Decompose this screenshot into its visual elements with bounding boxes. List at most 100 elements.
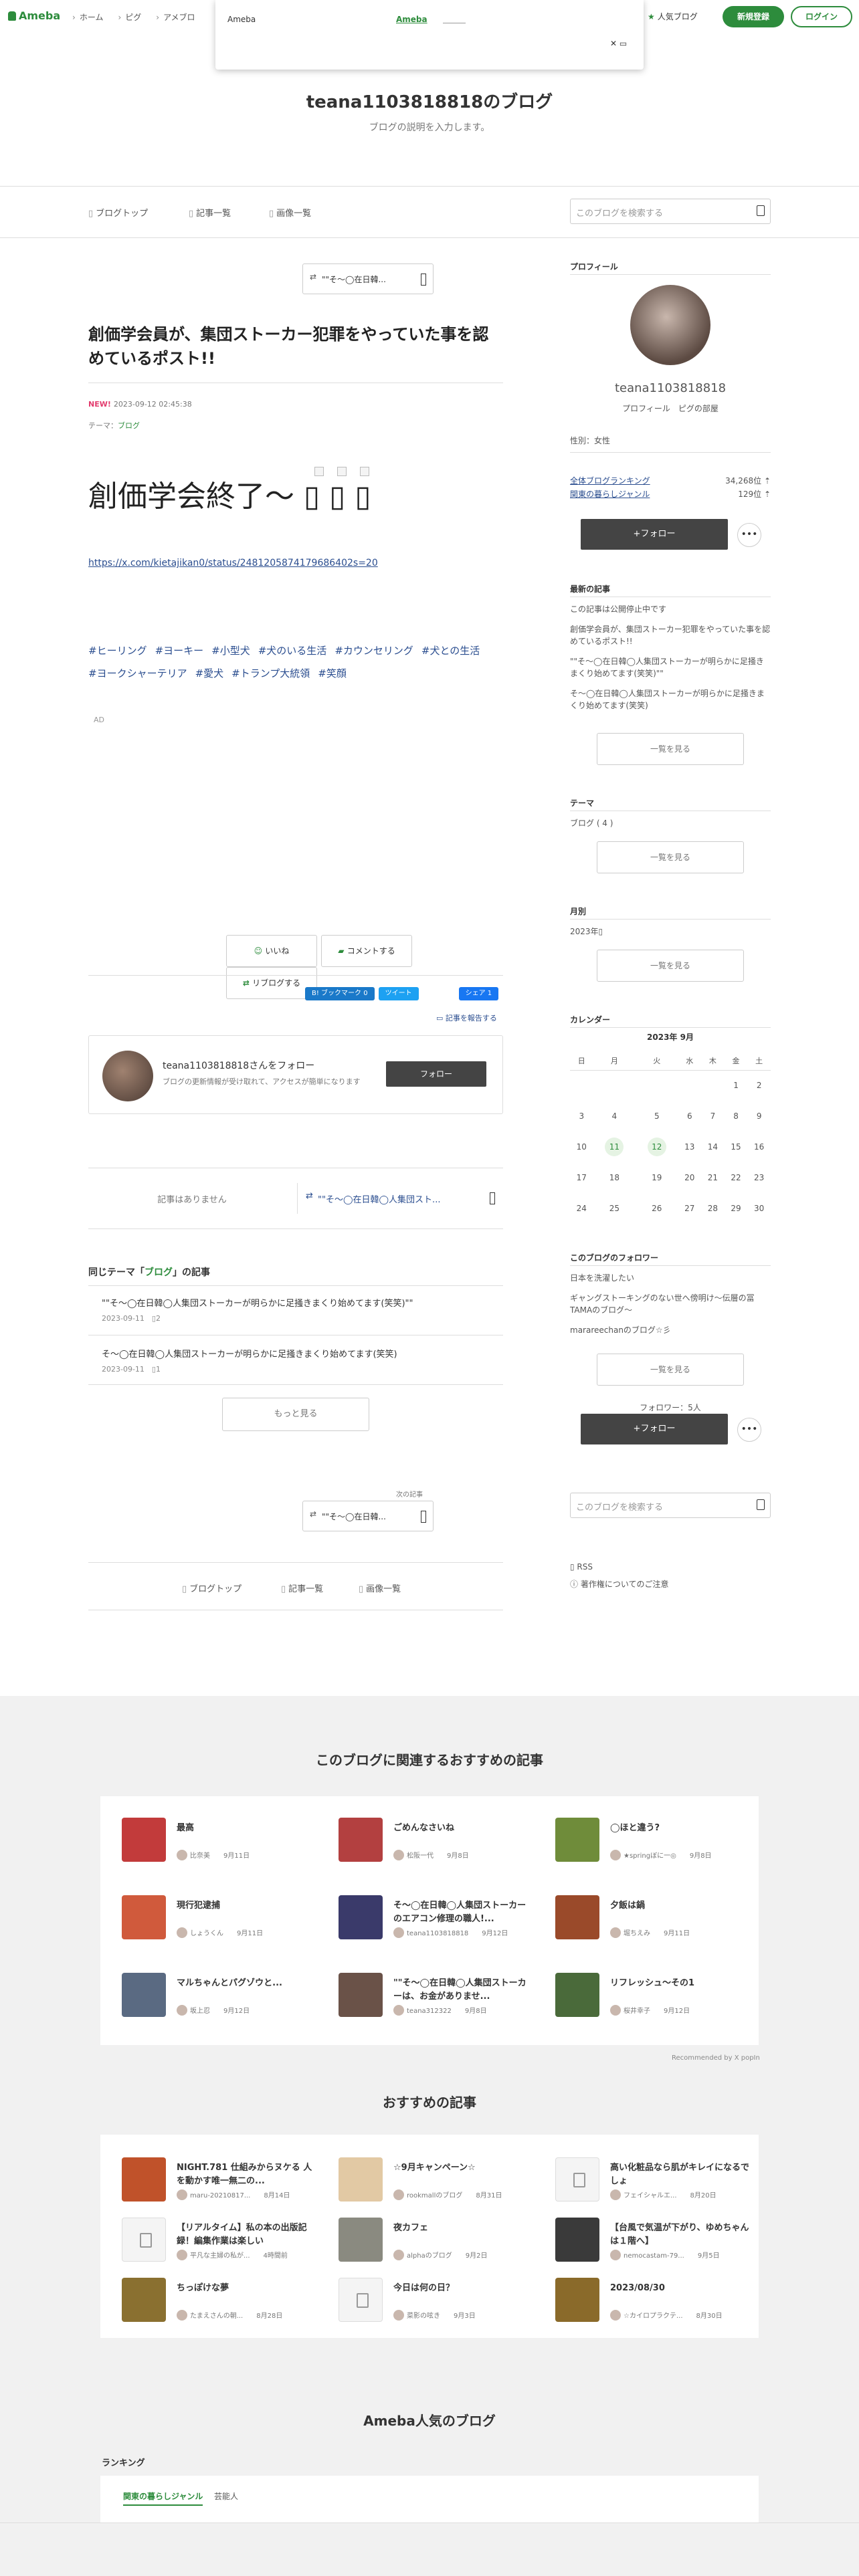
article-title[interactable]: マルちゃんとパグゾウと...: [177, 1977, 317, 1990]
related-article[interactable]: 現行犯逮捕 しょうくん 9月11日: [122, 1895, 322, 1946]
hashtag[interactable]: #小型犬: [211, 645, 250, 657]
article-thumbnail[interactable]: [122, 1973, 166, 2017]
article-title[interactable]: 高い化粧品なら肌がキレイになるでしょ: [610, 2161, 751, 2188]
article-title[interactable]: 現行犯逮捕: [177, 1899, 317, 1913]
popup-link[interactable]: Ameba: [396, 15, 427, 24]
article-thumbnail[interactable]: [555, 2218, 599, 2262]
article-title[interactable]: 夜カフェ: [393, 2222, 534, 2235]
article-title[interactable]: 2023/08/30: [610, 2282, 751, 2295]
same-theme-link[interactable]: ブログ: [145, 1267, 173, 1278]
footer-nav-image-list[interactable]: 画像一覧: [359, 1582, 401, 1594]
prev-article-button[interactable]: ""そ〜◯在日韓...: [302, 263, 434, 294]
sidebar-follow-button-2[interactable]: +フォロー: [581, 1414, 728, 1444]
register-button[interactable]: 新規登録: [723, 6, 784, 27]
rank-genre-link[interactable]: 関東の暮らしジャンル: [570, 490, 650, 499]
article-title[interactable]: ごめんなさいね: [393, 1822, 534, 1835]
article-title[interactable]: 【リアルタイム】私の本の出版記録！編集作業は楽しい: [177, 2222, 317, 2248]
article-thumbnail[interactable]: [122, 1895, 166, 1939]
footer-nav-article-list[interactable]: 記事一覧: [281, 1582, 323, 1594]
recommend-article[interactable]: 今日は何の日？ 菜影の呟き 9月3日: [339, 2278, 539, 2329]
nav-article-list[interactable]: 記事一覧: [189, 206, 231, 219]
month-see-all-button[interactable]: 一覧を見る: [597, 950, 744, 982]
tab-kanto-genre[interactable]: 関東の暮らしジャンル: [123, 2490, 203, 2506]
article-thumbnail[interactable]: [555, 1818, 599, 1862]
article-title[interactable]: リフレッシュ〜その1: [610, 1977, 751, 1990]
article-title[interactable]: ちっぽけな夢: [177, 2282, 317, 2295]
hashtag[interactable]: #犬との生活: [421, 645, 480, 657]
profile-name[interactable]: teana1103818818: [570, 381, 771, 395]
same-theme-item[interactable]: そ〜◯在日韓◯人集団ストーカーが明らかに足掻きまくり始めてます(笑笑) 2023-…: [102, 1347, 503, 1374]
more-options-button-2[interactable]: •••: [737, 1418, 761, 1442]
document-icon[interactable]: [555, 2157, 599, 2202]
calendar-day[interactable]: 12: [636, 1132, 678, 1162]
see-more-button[interactable]: もっと見る: [222, 1398, 369, 1431]
article-title[interactable]: 創価学会員が、集団ストーカー犯罪をやっていた事を認めているポスト!!: [88, 322, 503, 370]
footer-nav-blog-top[interactable]: ブログトップ: [182, 1582, 242, 1594]
tab-celebrity[interactable]: 芸能人: [214, 2490, 238, 2502]
theme-item[interactable]: ブログ ( 4 ): [570, 817, 771, 829]
related-article[interactable]: 最高 比奈美 9月11日: [122, 1818, 322, 1868]
hatena-bookmark-button[interactable]: B! ブックマーク 0: [305, 987, 375, 1000]
same-theme-item-title[interactable]: ""そ〜◯在日韓◯人集団ストーカーが明らかに足掻きまくり始めてます(笑笑)"": [102, 1299, 413, 1309]
popular-blogs-link[interactable]: 人気ブログ: [648, 11, 698, 22]
comment-button[interactable]: ▰ コメントする: [321, 935, 412, 967]
followers-see-all-button[interactable]: 一覧を見る: [597, 1354, 744, 1386]
article-thumbnail[interactable]: [339, 1973, 383, 2017]
article-thumbnail[interactable]: [555, 1973, 599, 2017]
recommend-article[interactable]: NIGHT.781 仕組みからヌケる 人を動かす唯一無二の... maru-202…: [122, 2157, 322, 2208]
rank-all-link[interactable]: 全体ブログランキング: [570, 476, 650, 486]
article-title[interactable]: ☆9月キャンペーン☆: [393, 2161, 534, 2175]
follower-item[interactable]: marareechanのブログ☆彡: [570, 1324, 771, 1336]
article-thumbnail[interactable]: [555, 1895, 599, 1939]
report-link[interactable]: ▭ 記事を報告する: [436, 1012, 497, 1023]
recommended-by[interactable]: Recommended by X popIn: [672, 2054, 760, 2062]
nav-blog-top[interactable]: ブログトップ: [88, 206, 148, 219]
hashtag[interactable]: #カウンセリング: [335, 645, 413, 657]
hashtag[interactable]: #ヒーリング: [88, 645, 147, 657]
follower-item[interactable]: 日本を洗濯したい: [570, 1272, 771, 1284]
hashtag[interactable]: #ヨーキー: [155, 645, 204, 657]
recent-item[interactable]: この記事は公開停止中です: [570, 603, 771, 615]
recommend-article[interactable]: 【台風で気温が下がり、ゆめちゃんは１階へ】 nemocastam-79... 9月…: [555, 2218, 756, 2268]
theme-see-all-button[interactable]: 一覧を見る: [597, 841, 744, 873]
nav-image-list[interactable]: 画像一覧: [269, 206, 311, 219]
ameba-logo[interactable]: Ameba: [8, 9, 60, 22]
recent-item[interactable]: ""そ〜◯在日韓◯人集団ストーカーが明らかに足掻きまくり始めてます(笑笑)"": [570, 655, 771, 679]
related-article[interactable]: ""そ〜◯在日韓◯人集団ストーカーは、お金がありませ... teana312322…: [339, 1973, 539, 2024]
rss-link[interactable]: ▯ RSS: [570, 1561, 771, 1573]
article-thumbnail[interactable]: [339, 2157, 383, 2202]
facebook-share-button[interactable]: シェア 1: [458, 987, 499, 1000]
article-title[interactable]: 夕飯は鍋: [610, 1899, 751, 1913]
article-title[interactable]: ""そ〜◯在日韓◯人集団ストーカーは、お金がありませ...: [393, 1977, 534, 2004]
related-article[interactable]: ◯ほと違う? ★springぼに一◎ 9月8日: [555, 1818, 756, 1868]
recommend-article[interactable]: ちっぽけな夢 たまえさんの朝... 8月28日: [122, 2278, 322, 2329]
article-title[interactable]: ◯ほと違う?: [610, 1822, 751, 1835]
same-theme-item[interactable]: ""そ〜◯在日韓◯人集団ストーカーが明らかに足掻きまくり始めてます(笑笑)"" 2…: [102, 1296, 503, 1323]
recent-item[interactable]: そ〜◯在日韓◯人集団ストーカーが明らかに足掻きまくり始めてます(笑笑): [570, 687, 771, 712]
recommend-article[interactable]: 夜カフェ alphaのブログ 9月2日: [339, 2218, 539, 2268]
tweet-button[interactable]: ツイート: [378, 987, 419, 1000]
same-theme-item-title[interactable]: そ〜◯在日韓◯人集団ストーカーが明らかに足掻きまくり始めてます(笑笑): [102, 1350, 397, 1360]
related-article[interactable]: マルちゃんとパグゾウと... 坂上忍 9月12日: [122, 1973, 322, 2024]
recent-see-all-button[interactable]: 一覧を見る: [597, 733, 744, 765]
copyright-link[interactable]: ⓘ 著作権についてのご注意: [570, 1578, 771, 1590]
article-thumbnail[interactable]: [122, 2157, 166, 2202]
more-options-button[interactable]: •••: [737, 523, 761, 547]
recent-item[interactable]: 創価学会員が、集団ストーカー犯罪をやっていた事を認めているポスト!!: [570, 623, 771, 647]
blogger-avatar[interactable]: [102, 1051, 153, 1101]
article-title[interactable]: 【台風で気温が下がり、ゆめちゃんは１階へ】: [610, 2222, 751, 2248]
sidebar-follow-button[interactable]: +フォロー: [581, 519, 728, 550]
calendar-day[interactable]: 11: [593, 1132, 636, 1162]
login-button[interactable]: ログイン: [791, 6, 852, 27]
blog-search-input[interactable]: このブログを検索する: [570, 199, 771, 224]
related-article[interactable]: ごめんなさいね 松阪一代 9月8日: [339, 1818, 539, 1868]
document-icon[interactable]: [122, 2218, 166, 2262]
article-thumbnail[interactable]: [339, 2218, 383, 2262]
recommend-article[interactable]: ☆9月キャンペーン☆ rookmallのブログ 8月31日: [339, 2157, 539, 2208]
article-title[interactable]: 最高: [177, 1822, 317, 1835]
recommend-article[interactable]: 2023/08/30 ☆カイロプラクテ... 8月30日: [555, 2278, 756, 2329]
next-article-button[interactable]: ""そ〜◯在日韓...: [302, 1501, 434, 1531]
next-article-link[interactable]: ""そ〜◯在日韓◯人集団スト...: [297, 1183, 502, 1214]
hashtag[interactable]: #笑顔: [318, 667, 347, 679]
blog-title[interactable]: teana1103818818のブログ: [0, 88, 859, 113]
